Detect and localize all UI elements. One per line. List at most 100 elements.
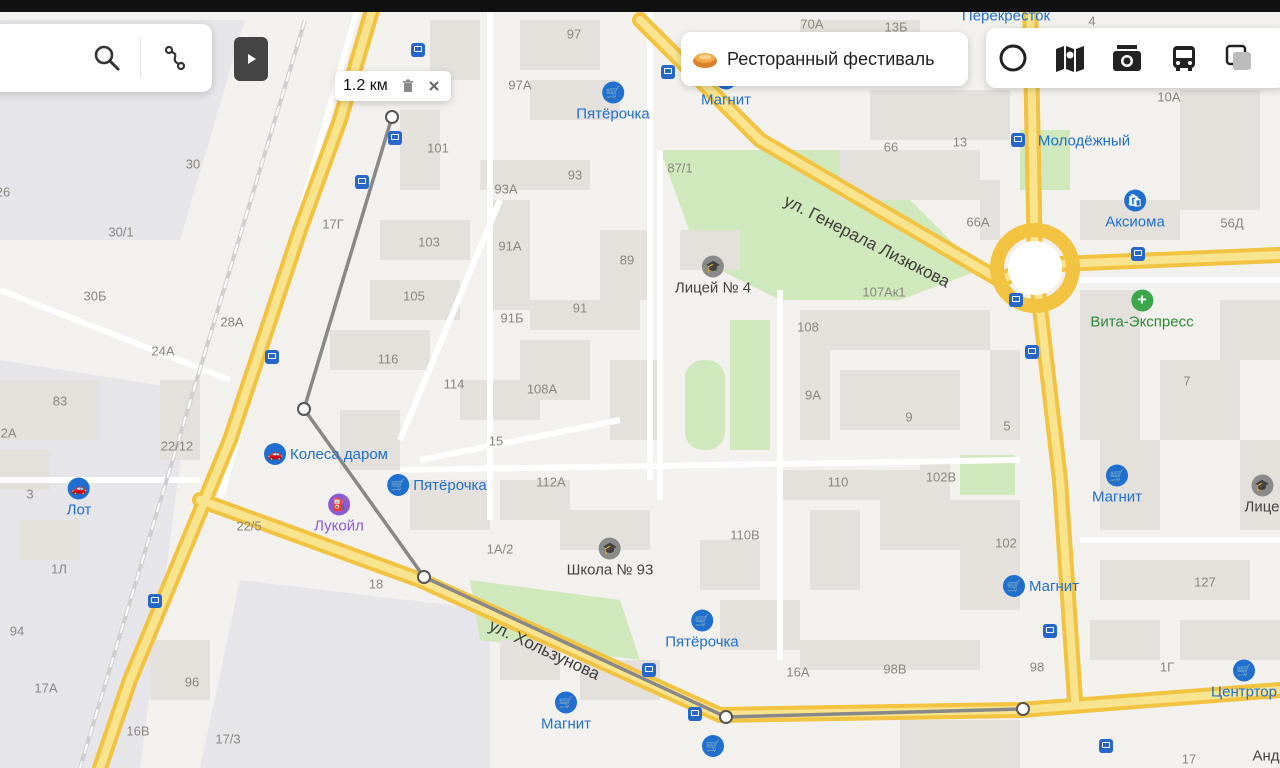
bus-stop-icon[interactable]: [1011, 133, 1025, 147]
address-label: 108А: [526, 381, 558, 397]
address-label: 17Г: [322, 216, 344, 232]
window-top-bar: [0, 0, 1280, 12]
bus-stop-icon[interactable]: [388, 131, 402, 145]
address-label: 91: [572, 300, 588, 316]
address-label: 30Б: [83, 288, 107, 304]
school-icon: 🎓: [701, 255, 724, 278]
layers-button[interactable]: [996, 41, 1030, 75]
bus-stop-icon[interactable]: [642, 663, 656, 677]
address-label: 4: [1088, 13, 1096, 29]
poi-molodezhny[interactable]: Молодёжный: [1038, 133, 1130, 150]
poi-lukoil[interactable]: ⛽ Лукойл: [314, 493, 364, 535]
car-icon: 🚗: [67, 477, 90, 500]
search-icon: [94, 45, 120, 71]
poi-vita-express[interactable]: + Вита-Экспресс: [1090, 289, 1194, 331]
route-point[interactable]: [385, 110, 399, 124]
poi-shkola-93[interactable]: 🎓 Школа № 93: [567, 537, 653, 579]
address-label: 97: [566, 26, 582, 42]
poi-tsentr[interactable]: 🛒 Центртор: [1211, 659, 1277, 701]
shop-basket-icon: 🛒: [387, 474, 410, 496]
address-label: 127: [1194, 574, 1216, 590]
poi-pyaterochka-2[interactable]: 🛒 Пятёрочка: [387, 474, 487, 496]
poi-magnit-4[interactable]: 🛒 Магнит: [541, 691, 591, 733]
route-point[interactable]: [297, 402, 311, 416]
poi-aksioma[interactable]: 🛍 Аксиома: [1105, 189, 1165, 231]
address-label: 110В: [730, 527, 760, 543]
address-label: 101: [427, 140, 449, 156]
address-label: 97А: [508, 77, 532, 93]
shop-basket-icon: 🛒: [1105, 464, 1128, 487]
bus-stop-icon[interactable]: [1043, 624, 1057, 638]
panorama-icon: [1056, 46, 1084, 72]
address-label: 89: [619, 252, 635, 268]
photos-button[interactable]: [1110, 41, 1144, 75]
poi-kolesa-darom[interactable]: 🚗 Колеса даром: [264, 443, 388, 465]
shop-bag-icon: 🛍: [1124, 189, 1146, 212]
address-label: 107Ак1: [862, 284, 906, 300]
route-icon: [164, 45, 186, 71]
panel-divider: [140, 38, 141, 78]
close-icon[interactable]: [428, 80, 440, 92]
shop-basket-icon: 🛒: [1233, 659, 1255, 682]
address-label: 98В: [883, 661, 907, 677]
bus-stop-icon[interactable]: [355, 175, 369, 189]
distance-value: 1.2 км: [343, 77, 388, 94]
bus-stop-icon[interactable]: [1025, 345, 1039, 359]
bus-stop-icon[interactable]: [688, 707, 702, 721]
poi-litsey[interactable]: 🎓 Лицей № 4: [675, 255, 751, 297]
address-label: 114: [443, 376, 465, 392]
route-point[interactable]: [417, 570, 431, 584]
poi-pyaterochka-3[interactable]: 🛒 Пятёрочка: [665, 609, 739, 651]
poi-litse[interactable]: 🎓 Лице: [1245, 474, 1280, 516]
address-label: 15: [488, 433, 504, 449]
poi-pyaterochka-4[interactable]: 🛒: [702, 735, 724, 757]
panorama-button[interactable]: [1053, 41, 1087, 75]
poi-lot[interactable]: 🚗 Лот: [67, 477, 91, 519]
address-label: 1Л: [51, 561, 67, 577]
address-label: 22/12: [160, 438, 194, 454]
bus-icon: [1173, 46, 1195, 71]
bus-stop-icon[interactable]: [411, 43, 425, 57]
bus-stop-icon[interactable]: [1009, 293, 1023, 307]
bus-stop-icon[interactable]: [1131, 247, 1145, 261]
bus-stop-icon[interactable]: [265, 350, 279, 364]
sidebar-toggle-button[interactable]: [234, 37, 268, 81]
bus-stop-icon[interactable]: [1099, 739, 1113, 753]
address-label: 91А: [498, 238, 522, 254]
address-label: 9: [905, 409, 913, 425]
address-label: 108: [797, 319, 819, 335]
search-button[interactable]: [90, 41, 124, 75]
bus-stop-icon[interactable]: [148, 594, 162, 608]
distance-popup: 1.2 км: [335, 71, 451, 101]
address-label: 98: [1029, 659, 1045, 675]
route-point[interactable]: [1016, 702, 1030, 716]
shop-basket-icon: 🛒: [1002, 575, 1025, 597]
search-panel: [0, 24, 212, 92]
poi-magnit-3[interactable]: 🛒 Магнит: [1002, 575, 1079, 597]
poi-magnit-2[interactable]: 🛒 Магнит: [1092, 464, 1142, 506]
address-label: 87/1: [667, 160, 693, 176]
address-label: 110: [827, 474, 849, 490]
transport-button[interactable]: [1167, 41, 1201, 75]
address-label: 22А: [0, 425, 17, 441]
address-label: 83: [52, 393, 68, 409]
address-label: 1А/2: [486, 541, 514, 557]
shop-basket-icon: 🛒: [602, 81, 624, 104]
address-label: 3: [26, 486, 34, 502]
trash-icon[interactable]: [402, 79, 414, 93]
car-icon: 🚗: [264, 443, 287, 465]
overlay-button[interactable]: [1222, 41, 1256, 75]
school-icon: 🎓: [598, 537, 621, 560]
poi-pyaterochka[interactable]: 🛒 Пятёрочка: [576, 81, 650, 123]
address-label: 17: [1181, 751, 1197, 767]
overlay-icon: [1225, 44, 1251, 70]
camera-icon: [1113, 45, 1141, 71]
address-label: 66: [883, 139, 899, 155]
promo-restaurant-festival[interactable]: Ресторанный фестиваль: [681, 32, 968, 86]
bus-stop-icon[interactable]: [661, 65, 675, 79]
fuel-icon: ⛽: [328, 493, 350, 516]
address-label: 93А: [494, 181, 518, 197]
route-point[interactable]: [719, 710, 733, 724]
route-button[interactable]: [158, 41, 192, 75]
poi-and[interactable]: Анд: [1252, 748, 1279, 765]
